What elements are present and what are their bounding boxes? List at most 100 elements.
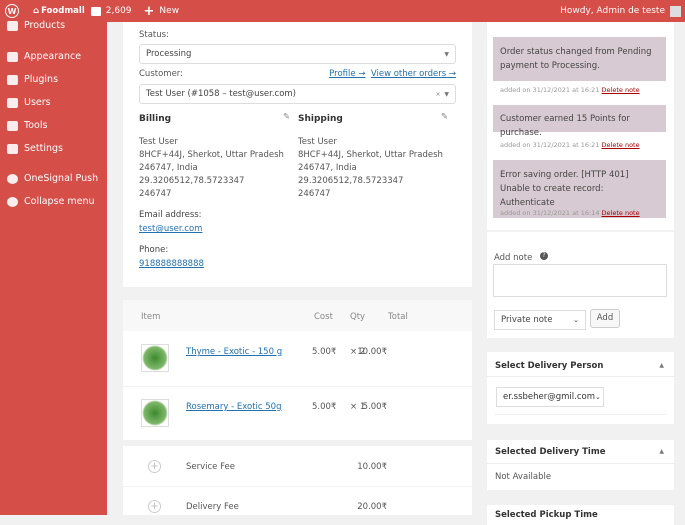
- tools-icon: [7, 120, 18, 131]
- fee-plus-icon[interactable]: +: [148, 460, 161, 473]
- collapse-arrow-icon[interactable]: ▲: [659, 362, 664, 369]
- clear-and-arrow-icon[interactable]: × ▼: [436, 91, 449, 98]
- shipping-address: Test User 8HCF+44J, Sherkot, Uttar Prades…: [298, 136, 443, 201]
- order-items-table: Item Cost Qty Total Thyme - Exotic - 150…: [123, 300, 472, 440]
- customer-label: Customer:: [139, 69, 184, 79]
- address-line: 8HCF+44J, Sherkot, Uttar Pradesh: [298, 150, 443, 160]
- address-line: Test User: [298, 137, 337, 147]
- home-icon: ⌂: [33, 6, 40, 16]
- delivery-time-value: Not Available: [495, 472, 552, 482]
- note-type-select[interactable]: Private note ⌄: [494, 310, 586, 330]
- add-note-panel: Add note ? Private note ⌄ Add: [487, 232, 674, 338]
- note-meta: added on 31/12/2021 at 16:21: [500, 141, 600, 149]
- address-line: 246747, India: [298, 163, 357, 173]
- delete-note-link[interactable]: Delete note: [602, 86, 640, 94]
- sidebar-item-users[interactable]: Users: [7, 97, 51, 108]
- sidebar-label: Settings: [24, 143, 63, 154]
- item-cost: 5.00₹: [312, 347, 337, 357]
- address-line: 246747, India: [139, 163, 198, 173]
- phone-link[interactable]: 918888888888: [139, 259, 204, 269]
- product-link[interactable]: Thyme - Exotic - 150 g: [186, 347, 282, 357]
- fee-plus-icon[interactable]: +: [148, 500, 161, 513]
- collapse-icon: [7, 196, 18, 207]
- delete-note-link[interactable]: Delete note: [602, 141, 640, 149]
- address-line: 29.3206512,78.5723347: [139, 176, 245, 186]
- shipping-heading: Shipping: [298, 114, 343, 124]
- new-link[interactable]: + New: [144, 4, 180, 19]
- header-item: Item: [141, 312, 161, 322]
- delivery-person-value: er.ssbeher@gmil.com: [503, 392, 595, 402]
- pickup-time-panel: Selected Pickup Time: [487, 505, 674, 525]
- add-note-label: Add note: [494, 253, 533, 263]
- item-total: 5.00₹: [362, 402, 387, 412]
- sidebar-label: Collapse menu: [24, 196, 95, 207]
- profile-link[interactable]: Profile →: [329, 69, 365, 79]
- comments-link[interactable]: 2,609: [90, 6, 132, 16]
- greeting: Howdy, Admin de teste: [560, 6, 665, 16]
- help-icon[interactable]: ?: [540, 252, 548, 260]
- fee-total: 10.00₹: [357, 462, 387, 472]
- sidebar-item-products[interactable]: Products: [7, 20, 65, 31]
- header-cost: Cost: [314, 312, 333, 322]
- sidebar-item-settings[interactable]: Settings: [7, 143, 63, 154]
- table-header: [123, 300, 472, 331]
- sidebar-label: OneSignal Push: [24, 173, 99, 184]
- header-qty: Qty: [350, 312, 366, 322]
- order-details-panel: Status: Processing ▼ Customer: Profile → …: [123, 22, 472, 287]
- delete-note-link[interactable]: Delete note: [602, 209, 640, 217]
- order-note: Customer earned 15 Points for purchase.: [493, 105, 666, 138]
- delivery-time-heading: Selected Delivery Time: [495, 447, 606, 457]
- customer-select[interactable]: Test User (#1058 – test@user.com) × ▼: [139, 84, 456, 104]
- address-line: 29.3206512,78.5723347: [298, 176, 404, 186]
- note-meta: added on 31/12/2021 at 16:14: [500, 209, 600, 217]
- delivery-time-panel: Selected Delivery Time ▲ Not Available: [487, 440, 674, 490]
- products-icon: [7, 20, 18, 31]
- settings-icon: [7, 143, 18, 154]
- sidebar-label: Appearance: [24, 51, 82, 62]
- fee-total: 20.00₹: [357, 502, 387, 512]
- sidebar-item-appearance[interactable]: Appearance: [7, 51, 81, 62]
- row-divider: [123, 486, 472, 487]
- dropdown-arrow-icon: ▼: [444, 50, 449, 58]
- email-label: Email address:: [139, 210, 202, 220]
- collapse-arrow-icon[interactable]: ▲: [659, 448, 664, 455]
- admin-bar: W ⌂ Foodmall 2,609 + New Howdy, Admin de t…: [0, 0, 685, 22]
- new-label: New: [159, 6, 180, 16]
- item-total: 10.00₹: [357, 347, 387, 357]
- item-cost: 5.00₹: [312, 402, 337, 412]
- note-textarea[interactable]: [493, 264, 667, 297]
- comments-count: 2,609: [105, 6, 132, 16]
- site-name: Foodmall: [41, 6, 85, 16]
- account-menu[interactable]: Howdy, Admin de teste: [560, 5, 681, 17]
- wordpress-logo-icon[interactable]: W: [5, 4, 19, 18]
- product-link[interactable]: Rosemary - Exotic 50g: [186, 402, 282, 412]
- site-link[interactable]: ⌂ Foodmall: [33, 6, 85, 16]
- sidebar-item-plugins[interactable]: Plugins: [7, 74, 58, 85]
- address-line: 246747: [298, 189, 331, 199]
- collapse-menu-button[interactable]: Collapse menu: [7, 196, 95, 207]
- note-type-value: Private note: [501, 315, 553, 325]
- add-note-button[interactable]: Add: [590, 309, 620, 328]
- sidebar-item-tools[interactable]: Tools: [7, 120, 47, 131]
- header-total: Total: [388, 312, 408, 322]
- sidebar-label: Tools: [24, 120, 48, 131]
- admin-sidebar: Products Appearance Plugins Users Tools …: [0, 20, 107, 515]
- customer-value: Test User (#1058 – test@user.com): [146, 89, 296, 99]
- onesignal-icon: [7, 173, 18, 184]
- sidebar-item-onesignal[interactable]: OneSignal Push: [7, 173, 98, 184]
- address-line: Test User: [139, 137, 178, 147]
- comment-icon: [90, 6, 101, 16]
- delivery-person-select[interactable]: er.ssbeher@gmil.com ⌄: [496, 387, 604, 407]
- address-line: 246747: [139, 189, 172, 199]
- email-link[interactable]: test@user.com: [139, 224, 202, 234]
- avatar: [670, 5, 681, 17]
- edit-billing-pencil-icon[interactable]: ✎: [283, 112, 290, 122]
- chevron-down-icon: ⌄: [573, 316, 579, 324]
- status-select[interactable]: Processing ▼: [139, 44, 456, 64]
- order-fees: + Service Fee 10.00₹ + Delivery Fee 20.0…: [123, 446, 472, 515]
- view-other-orders-link[interactable]: View other orders →: [371, 69, 456, 79]
- appearance-icon: [7, 51, 18, 62]
- delivery-person-heading: Select Delivery Person: [495, 361, 604, 371]
- edit-shipping-pencil-icon[interactable]: ✎: [441, 112, 448, 122]
- product-thumbnail: [141, 399, 169, 427]
